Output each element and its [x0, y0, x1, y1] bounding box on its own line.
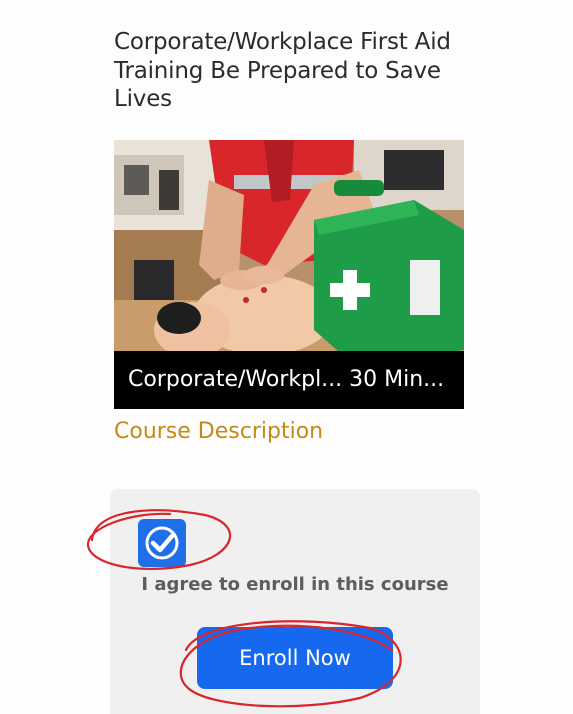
enroll-now-button[interactable]: Enroll Now [197, 627, 393, 689]
course-caption: Corporate/Workpl... 30 Min... [114, 351, 464, 409]
checkmark-icon [145, 526, 179, 560]
page-title: Corporate/Workplace First Aid Training B… [114, 29, 451, 112]
course-description-heading[interactable]: Course Description [114, 418, 323, 446]
agree-checkbox[interactable] [138, 519, 186, 567]
agree-label: I agree to enroll in this course [141, 574, 449, 595]
course-thumbnail[interactable]: Corporate/Workpl... 30 Min... [114, 140, 464, 409]
